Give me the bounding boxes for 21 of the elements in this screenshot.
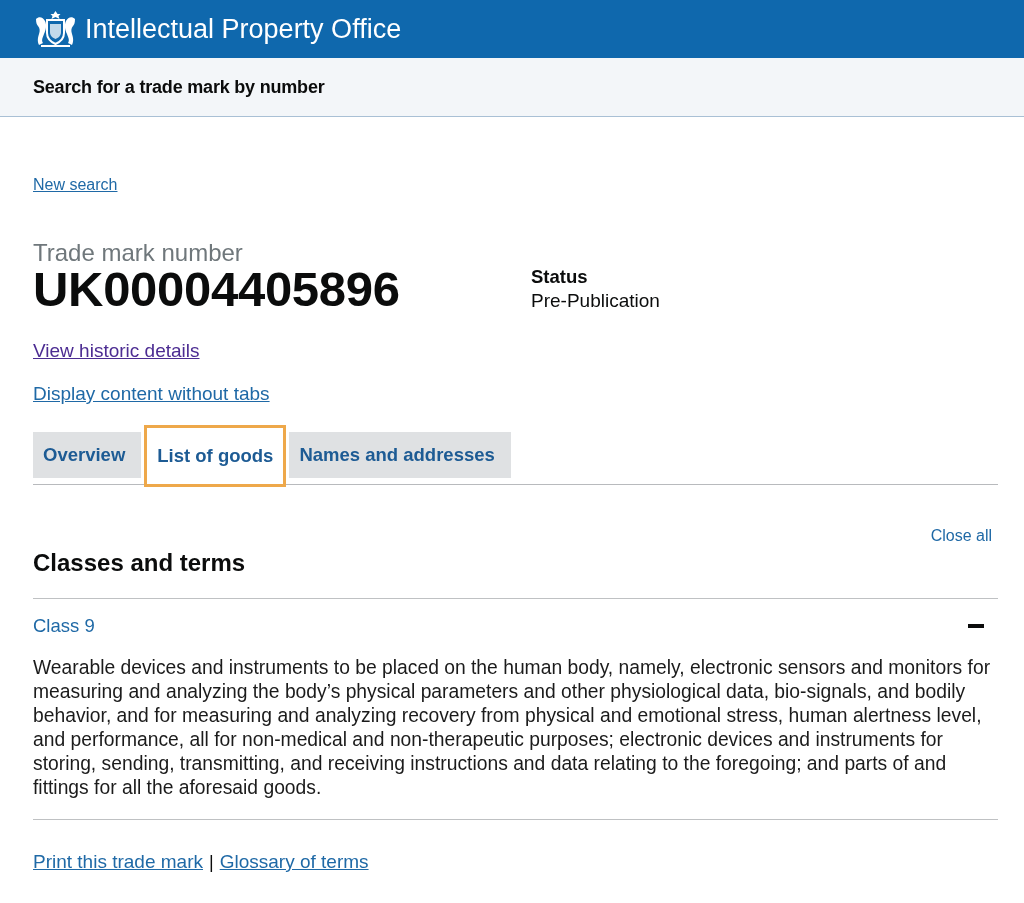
minus-icon[interactable] (968, 624, 984, 628)
new-search-link[interactable]: New search (33, 175, 118, 195)
tab[interactable]: Names and addresses (289, 432, 511, 478)
class-title[interactable]: Class 9 (33, 615, 95, 637)
site-title: Intellectual Property Office (85, 14, 402, 44)
status-value: Pre-Publication (531, 289, 661, 313)
tab[interactable]: List of goods (144, 425, 287, 487)
section-heading: Classes and terms (33, 550, 998, 599)
close-all-link[interactable]: Close all (930, 526, 992, 546)
service-title: Search for a trade mark by number (33, 76, 325, 98)
number-caption: Trade mark number (33, 240, 244, 266)
status-label: Status (531, 266, 589, 288)
trade-mark-number: UK00004405896 (33, 264, 401, 314)
page-link[interactable]: Display content without tabs (33, 384, 270, 404)
goods-description: Wearable devices and instruments to be placed on the human body, namely, electronic sensors and monitors for measuring and analyzing the body’s physical parameters and other physiological data, bio-signals, and bodily behavior, and for measuring and analyzing recovery from physical and emotional stress, human alertness level, and performance, all for non-medical and non-therapeutic purposes; electronic devices and instruments for storing, sending, transmitting, and receiving instructions and data relating to the foregoing; and parts of and fittings for all the aforesaid goods. (33, 656, 998, 820)
tab[interactable]: Overview (33, 432, 142, 478)
crest-icon (33, 9, 78, 49)
footer-link[interactable]: Glossary of terms (219, 852, 369, 872)
link-separator: | (209, 852, 214, 872)
footer-link[interactable]: Print this trade mark (33, 852, 203, 872)
page-link[interactable]: View historic details (33, 341, 200, 361)
